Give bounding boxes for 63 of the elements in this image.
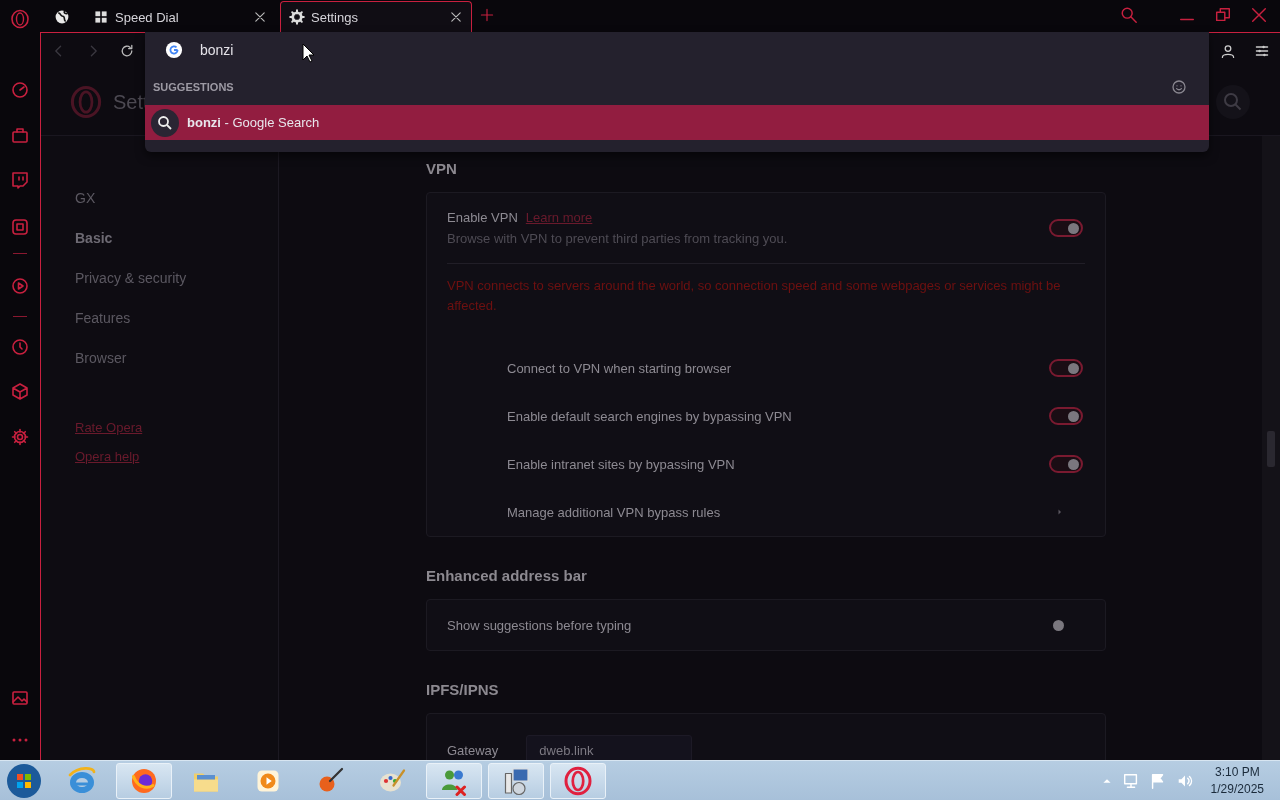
profile-icon[interactable]: [1220, 43, 1236, 59]
nav-item[interactable]: Basic: [75, 218, 113, 258]
setting-label: Enable default search engines by bypassing VPN: [507, 408, 792, 424]
opera-logo-icon[interactable]: [10, 9, 30, 29]
clock-icon[interactable]: [10, 337, 30, 357]
toggle-switch[interactable]: [1049, 407, 1083, 425]
chip-icon[interactable]: [10, 217, 30, 237]
taskbar-button[interactable]: [550, 762, 606, 799]
setting-label: Connect to VPN when starting browser: [507, 360, 731, 376]
smiley-icon[interactable]: [1171, 78, 1187, 95]
browser-tab[interactable]: Settings: [280, 1, 472, 32]
new-tab-icon[interactable]: [480, 8, 494, 22]
search-engine-icon: [165, 41, 183, 59]
more-icon[interactable]: [10, 737, 30, 743]
section-title: Enhanced address bar: [426, 567, 588, 586]
shopping-bag-icon[interactable]: [10, 125, 30, 145]
setting-label: Enable VPN: [447, 210, 518, 225]
section-title: IPFS/IPNS: [426, 681, 500, 700]
section-title: VPN: [426, 160, 458, 179]
chat-icon[interactable]: [10, 170, 30, 190]
browser-tab[interactable]: Speed Dial: [84, 1, 276, 32]
toggle-switch[interactable]: [1049, 455, 1083, 473]
opera-logo-icon[interactable]: [563, 765, 593, 796]
nav-item[interactable]: Features: [75, 298, 131, 338]
globe-icon: [54, 9, 70, 25]
restore-icon[interactable]: [1214, 6, 1232, 24]
field-label: Gateway: [447, 742, 499, 758]
setting-label: Show suggestions before typing: [447, 617, 632, 633]
search-icon: [151, 108, 179, 137]
close-icon[interactable]: [449, 10, 463, 24]
browser-e-icon[interactable]: [67, 765, 97, 796]
easy-setup-icon[interactable]: [1254, 43, 1270, 59]
suggestions-heading: SUGGESTIONS: [153, 80, 234, 93]
play-icon[interactable]: [10, 276, 30, 296]
warning-text: VPN connects to servers around the world, so connection speed and some webpages or services might be affected.: [447, 263, 1085, 344]
reload-icon[interactable]: [119, 43, 135, 59]
setting-description: Browse with VPN to prevent third parties from tracking you.: [447, 231, 789, 246]
toggle-switch[interactable]: [1049, 219, 1083, 237]
setting-label: Enable intranet sites by bypassing VPN: [507, 456, 735, 472]
speedometer-icon[interactable]: [10, 80, 30, 100]
taskbar-button[interactable]: [488, 762, 544, 799]
close-icon[interactable]: [253, 10, 267, 24]
mouse-cursor-icon: [302, 43, 315, 63]
start-button[interactable]: [4, 761, 44, 800]
nav-item[interactable]: GX: [75, 178, 96, 218]
address-input[interactable]: bonzi: [200, 42, 234, 58]
suggestion-item[interactable]: bonzi - Google Search: [145, 105, 1209, 140]
search-icon[interactable]: [1120, 6, 1138, 24]
gear-icon: [289, 9, 305, 25]
cube-icon[interactable]: [10, 381, 30, 401]
toggle-switch[interactable]: [1049, 359, 1083, 377]
gateway-field[interactable]: dweb.link: [526, 735, 693, 760]
clock[interactable]: 3:10 PM 1/29/2025: [1210, 763, 1264, 798]
opera-logo-icon: [69, 85, 103, 119]
settings-icon[interactable]: [10, 427, 30, 447]
taskbar-button[interactable]: [116, 762, 172, 799]
taskbar-button[interactable]: [426, 762, 482, 799]
nav-item[interactable]: Privacy & security: [75, 258, 187, 298]
gallery-icon[interactable]: [10, 688, 30, 708]
grid-icon: [93, 9, 109, 25]
setting-label: Manage additional VPN bypass rules: [507, 504, 721, 520]
nav-item[interactable]: Browser: [75, 338, 127, 378]
scrollbar[interactable]: [1262, 136, 1280, 760]
